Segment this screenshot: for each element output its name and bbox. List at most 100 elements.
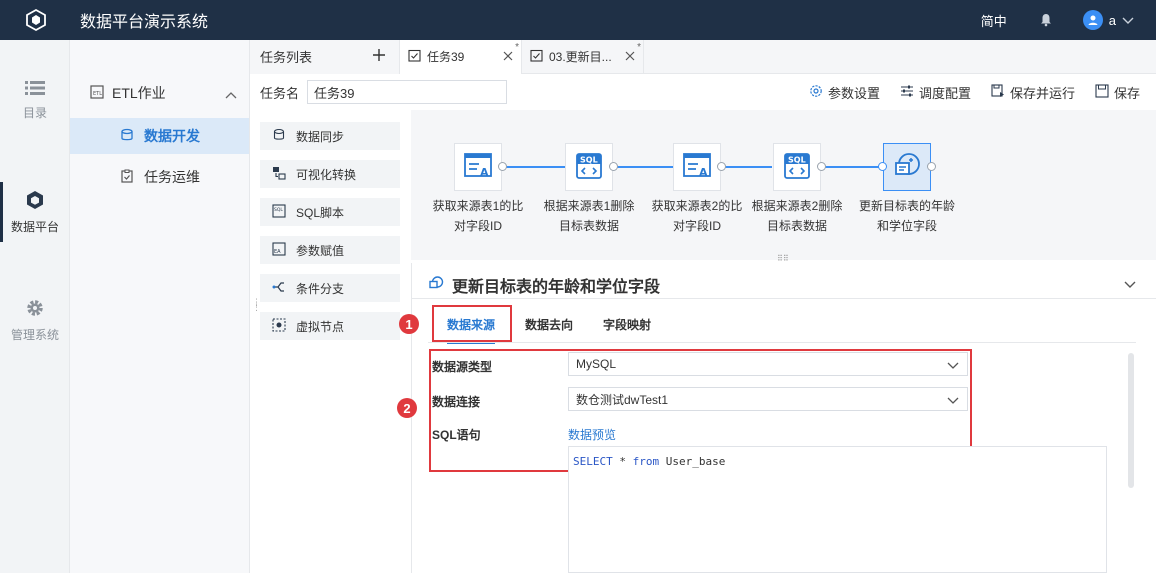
node-label: 更新目标表的年龄 和学位字段 bbox=[858, 199, 955, 233]
sql-label: SQL语句 bbox=[432, 428, 481, 442]
tab-task39[interactable]: 任务39 * bbox=[400, 39, 522, 74]
param-settings-button[interactable]: 参数设置 bbox=[809, 83, 880, 102]
node-port[interactable] bbox=[878, 162, 887, 171]
bell-icon[interactable] bbox=[1039, 13, 1053, 27]
palette-item-condition-branch[interactable]: 条件分支 bbox=[260, 274, 400, 302]
tab-update-target[interactable]: 03.更新目... * bbox=[522, 39, 644, 74]
flow-node-fetch-1[interactable]: A bbox=[454, 143, 502, 191]
svg-text:EA: EA bbox=[274, 249, 281, 255]
palette-item-param-assign[interactable]: EA 参数赋值 bbox=[260, 236, 400, 264]
svg-text:SQL: SQL bbox=[788, 155, 806, 164]
flow-node-fetch-2[interactable]: A bbox=[673, 143, 721, 191]
task-list-label: 任务列表 bbox=[260, 50, 313, 65]
app-logo-icon[interactable] bbox=[0, 8, 72, 32]
nav-group-etl[interactable]: ETL ETL作业 bbox=[70, 68, 249, 118]
divider bbox=[412, 298, 1156, 299]
modified-indicator: * bbox=[515, 41, 519, 53]
palette-item-visual-transform[interactable]: 可视化转换 bbox=[260, 160, 400, 188]
flow-edge bbox=[821, 166, 883, 168]
connection-select[interactable]: 数仓测试dwTest1 bbox=[568, 387, 968, 411]
action-label: 保存并运行 bbox=[1009, 85, 1075, 101]
sql-editor[interactable]: SELECT * from User_base bbox=[568, 446, 1107, 573]
task-name-label: 任务名 bbox=[260, 85, 300, 101]
step-badge: 1 bbox=[399, 314, 419, 334]
split-handle[interactable]: ⠿⠿ bbox=[777, 254, 789, 263]
close-icon[interactable] bbox=[503, 50, 513, 64]
svg-text:ETL: ETL bbox=[93, 91, 102, 97]
fetch-data-icon: A bbox=[681, 150, 713, 185]
node-palette: 数据同步 可视化转换 SQL SQL脚本 EA 参数赋值 条件分支 虚拟节点 bbox=[250, 110, 410, 573]
data-preview-link[interactable]: 数据预览 bbox=[568, 426, 616, 443]
nav-label: 目录 bbox=[22, 106, 47, 120]
task-toolbar: 任务名 任务39 参数设置 调度配置 保存并运行 保存 bbox=[250, 74, 1156, 110]
action-label: 保存 bbox=[1113, 85, 1140, 101]
palette-label: 数据同步 bbox=[296, 129, 345, 144]
node-port[interactable] bbox=[609, 162, 618, 171]
user-menu[interactable]: a bbox=[1082, 10, 1134, 30]
node-port[interactable] bbox=[717, 162, 726, 171]
panel-resize-grip[interactable]: ⋮ ⋮ bbox=[252, 298, 261, 312]
user-name: a bbox=[1108, 12, 1116, 28]
svg-text:A: A bbox=[480, 166, 489, 179]
language-switch[interactable]: 简中 bbox=[981, 11, 1007, 30]
collapse-chevron-icon[interactable] bbox=[1124, 277, 1136, 292]
nav-item-admin[interactable]: 管理系统 bbox=[0, 298, 70, 343]
source-type-select[interactable]: MySQL bbox=[568, 352, 968, 376]
flow-node-update-target[interactable] bbox=[883, 143, 931, 191]
database-icon bbox=[120, 128, 134, 145]
scrollbar[interactable] bbox=[1128, 353, 1134, 488]
left-nav: 目录 数据平台 管理系统 bbox=[0, 40, 70, 573]
node-port[interactable] bbox=[498, 162, 507, 171]
sql-node-icon: SQL bbox=[573, 150, 605, 185]
sql-sync-icon bbox=[891, 150, 923, 185]
save-and-run-button[interactable]: 保存并运行 bbox=[991, 83, 1075, 102]
schedule-config-button[interactable]: 调度配置 bbox=[900, 83, 971, 102]
nav-item-label: 任务运维 bbox=[144, 169, 200, 185]
node-port[interactable] bbox=[927, 162, 936, 171]
tab-field-mapping[interactable]: 字段映射 bbox=[603, 316, 651, 333]
nav-label: 管理系统 bbox=[10, 328, 59, 342]
action-label: 参数设置 bbox=[827, 85, 880, 101]
nav-item-catalog[interactable]: 目录 bbox=[0, 80, 70, 121]
nav-group-label: ETL作业 bbox=[112, 85, 166, 101]
branch-icon bbox=[272, 280, 286, 297]
connection-label: 数据连接 bbox=[432, 395, 481, 409]
nav-item-data-platform[interactable]: 数据平台 bbox=[0, 182, 70, 242]
tab-label: 任务39 bbox=[427, 50, 465, 64]
data-sync-icon bbox=[272, 128, 286, 145]
etl-icon: ETL bbox=[90, 84, 104, 102]
step-badge: 2 bbox=[397, 398, 417, 418]
flow-canvas[interactable]: A 获取来源表1的比 对字段ID SQL 根据来源表1删除 目标表数据 A 获取来源… bbox=[411, 110, 1156, 260]
nav-item-task-ops[interactable]: 任务运维 bbox=[70, 159, 249, 195]
palette-item-sql-script[interactable]: SQL SQL脚本 bbox=[260, 198, 400, 226]
flow-node-delete-2[interactable]: SQL bbox=[773, 143, 821, 191]
task-icon bbox=[530, 49, 543, 65]
secondary-nav: ETL ETL作业 数据开发 任务运维 bbox=[70, 40, 250, 573]
task-list-tab[interactable]: 任务列表 bbox=[250, 39, 400, 74]
highlight-box bbox=[432, 305, 512, 342]
palette-item-data-sync[interactable]: 数据同步 bbox=[260, 122, 400, 150]
close-icon[interactable] bbox=[625, 50, 635, 64]
flow-edge bbox=[502, 166, 565, 168]
fetch-data-icon: A bbox=[462, 150, 494, 185]
clipboard-icon bbox=[120, 169, 134, 186]
flow-edge bbox=[613, 166, 673, 168]
save-button[interactable]: 保存 bbox=[1095, 83, 1140, 102]
tab-data-target[interactable]: 数据去向 bbox=[525, 316, 573, 333]
palette-label: 参数赋值 bbox=[296, 243, 345, 258]
sql-code-line: SELECT * from User_base bbox=[573, 455, 726, 468]
palette-item-virtual-node[interactable]: 虚拟节点 bbox=[260, 312, 400, 340]
nav-item-label: 数据开发 bbox=[144, 128, 200, 144]
nav-label: 数据平台 bbox=[10, 220, 59, 234]
task-name-input[interactable]: 任务39 bbox=[307, 80, 508, 104]
node-port[interactable] bbox=[817, 162, 826, 171]
chevron-down-icon bbox=[947, 359, 959, 373]
modified-indicator: * bbox=[637, 41, 641, 53]
nav-item-data-dev[interactable]: 数据开发 bbox=[70, 118, 249, 154]
chevron-up-icon[interactable] bbox=[225, 86, 237, 102]
plus-icon[interactable] bbox=[373, 49, 385, 64]
task-icon bbox=[408, 49, 421, 65]
virtual-node-icon bbox=[272, 317, 286, 335]
sql-node-icon: SQL bbox=[781, 150, 813, 185]
flow-node-delete-1[interactable]: SQL bbox=[565, 143, 613, 191]
